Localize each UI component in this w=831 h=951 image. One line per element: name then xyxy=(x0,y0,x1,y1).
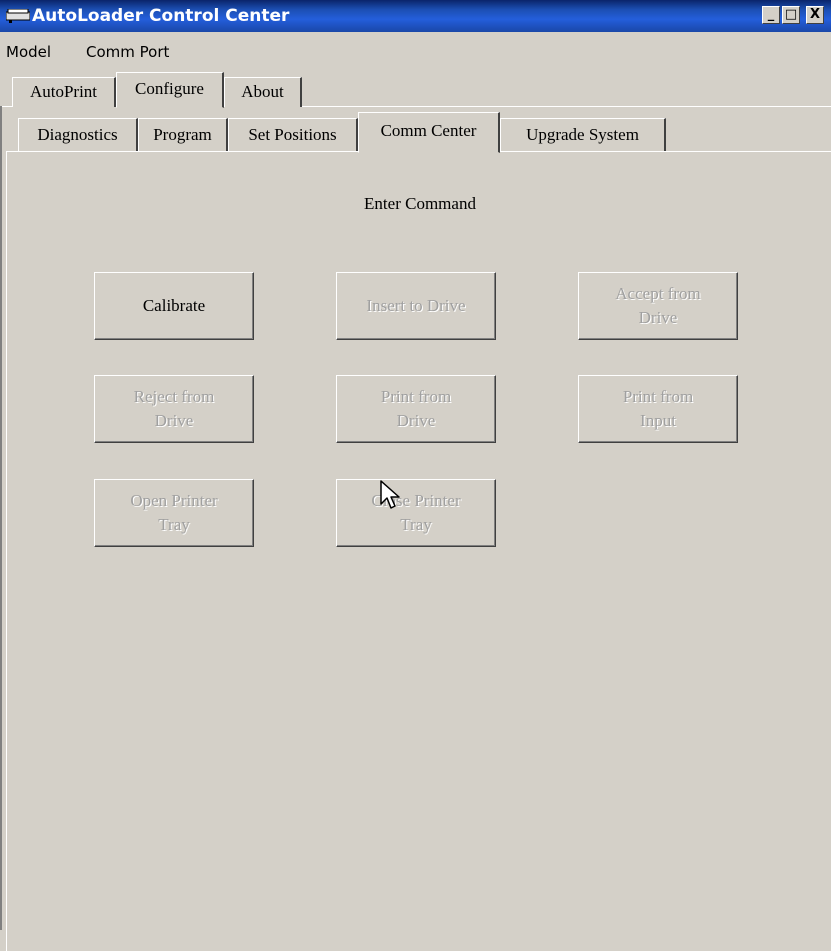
title-bar[interactable]: AutoLoader Control Center _ □ X xyxy=(0,0,831,32)
print-from-input-button[interactable]: Print from Input xyxy=(578,375,738,443)
printer-icon xyxy=(6,9,30,23)
minimize-button[interactable]: _ xyxy=(762,6,780,24)
tab-set-positions[interactable]: Set Positions xyxy=(228,118,358,152)
tab-diagnostics[interactable]: Diagnostics xyxy=(18,118,138,152)
close-printer-tray-button[interactable]: Close Printer Tray xyxy=(336,479,496,547)
menu-bar: Model Comm Port xyxy=(0,36,831,66)
tab-comm-center[interactable]: Comm Center xyxy=(358,112,500,153)
window-title: AutoLoader Control Center xyxy=(32,6,290,26)
menu-model[interactable]: Model xyxy=(6,43,51,61)
tab-about[interactable]: About xyxy=(224,77,302,107)
print-from-drive-button[interactable]: Print from Drive xyxy=(336,375,496,443)
accept-from-drive-button[interactable]: Accept from Drive xyxy=(578,272,738,340)
open-printer-tray-button[interactable]: Open Printer Tray xyxy=(94,479,254,547)
close-button[interactable]: X xyxy=(806,6,824,24)
reject-from-drive-button[interactable]: Reject from Drive xyxy=(94,375,254,443)
calibrate-button[interactable]: Calibrate xyxy=(94,272,254,340)
tab-configure[interactable]: Configure xyxy=(116,72,224,108)
tab-autoprint[interactable]: AutoPrint xyxy=(12,77,116,107)
comm-center-panel xyxy=(6,151,831,951)
enter-command-heading: Enter Command xyxy=(364,194,476,213)
insert-to-drive-button[interactable]: Insert to Drive xyxy=(336,272,496,340)
tab-program[interactable]: Program xyxy=(138,118,228,152)
menu-comm-port[interactable]: Comm Port xyxy=(86,43,169,61)
maximize-button[interactable]: □ xyxy=(782,6,800,24)
mouse-cursor-icon xyxy=(380,480,400,509)
tab-upgrade-system[interactable]: Upgrade System xyxy=(500,118,666,152)
